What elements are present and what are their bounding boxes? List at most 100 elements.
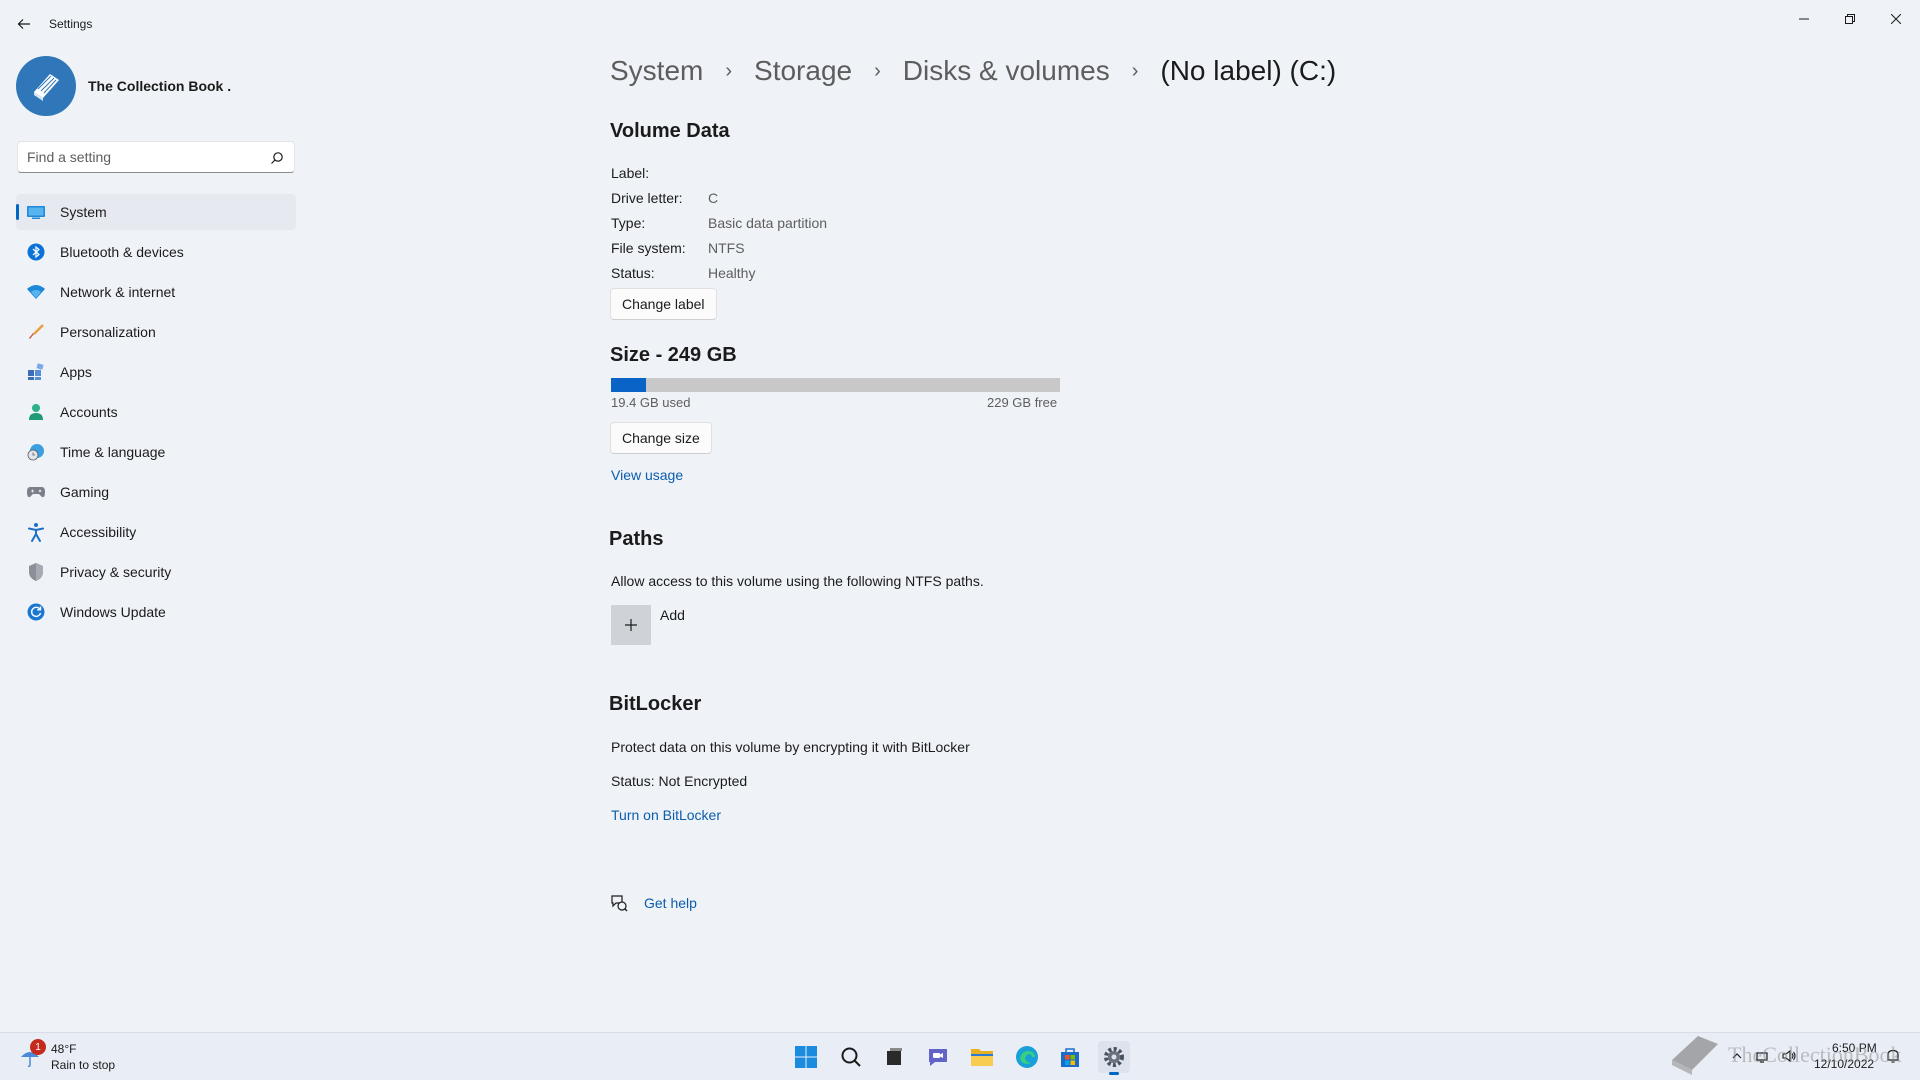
sidebar-item-label: Gaming (60, 484, 110, 500)
sidebar-item-label: Accessibility (60, 524, 137, 540)
sidebar-item-network[interactable]: Network & internet (16, 274, 296, 310)
sidebar-item-bluetooth[interactable]: Bluetooth & devices (16, 234, 296, 270)
sidebar-item-accounts[interactable]: Accounts (16, 394, 296, 430)
controller-icon (26, 482, 46, 502)
accounts-icon (26, 402, 46, 422)
storage-usage-bar (611, 378, 1060, 392)
breadcrumb-item-disks-volumes[interactable]: Disks & volumes (903, 55, 1110, 87)
breadcrumb: System › Storage › Disks & volumes › (No… (610, 55, 1336, 87)
search-box[interactable] (17, 141, 295, 173)
sidebar-item-label: Apps (60, 364, 92, 380)
sidebar-item-gaming[interactable]: Gaming (16, 474, 296, 510)
view-usage-link[interactable]: View usage (611, 467, 683, 483)
clock-globe-icon (26, 442, 46, 462)
store-icon[interactable] (1054, 1041, 1086, 1073)
sidebar-item-time-language[interactable]: Time & language (16, 434, 296, 470)
user-profile[interactable]: The Collection Book . (16, 56, 231, 116)
chevron-right-icon: › (874, 59, 881, 82)
minimize-button[interactable] (1784, 4, 1824, 34)
label-field-label: Label: (611, 165, 650, 181)
search-input[interactable] (18, 142, 258, 172)
turn-on-bitlocker-link[interactable]: Turn on BitLocker (611, 807, 721, 823)
sidebar-item-label: Bluetooth & devices (60, 244, 184, 260)
type-label: Type: (611, 215, 646, 231)
update-icon (26, 602, 46, 622)
start-icon[interactable] (790, 1041, 822, 1073)
weather-description: Rain to stop (51, 1058, 116, 1072)
title-bar: Settings (0, 0, 1920, 48)
add-path-label[interactable]: Add (660, 607, 685, 623)
sidebar-item-label: Time & language (60, 444, 166, 460)
add-path-button[interactable] (611, 605, 651, 645)
paths-description: Allow access to this volume using the fo… (611, 573, 984, 589)
breadcrumb-item-system[interactable]: System (610, 55, 703, 87)
chevron-right-icon: › (725, 59, 733, 82)
accessibility-icon (26, 522, 46, 542)
bitlocker-status: Status: Not Encrypted (611, 773, 748, 789)
status-label: Status: (611, 265, 655, 281)
close-button[interactable] (1876, 4, 1916, 34)
sidebar-item-apps[interactable]: Apps (16, 354, 296, 390)
sidebar-item-label: Privacy & security (60, 564, 172, 580)
sidebar-item-label: Accounts (60, 404, 118, 420)
chat-icon[interactable] (922, 1041, 954, 1073)
back-arrow-icon (17, 19, 30, 29)
breadcrumb-item-storage[interactable]: Storage (754, 55, 852, 87)
drive-letter-label: Drive letter: (611, 190, 683, 206)
bluetooth-icon (26, 242, 46, 262)
search-icon[interactable] (270, 151, 284, 165)
status-value: Healthy (708, 265, 756, 281)
minimize-icon (1799, 18, 1809, 20)
book-logo-icon (34, 74, 59, 101)
used-space-text: 19.4 GB used (611, 395, 691, 410)
change-size-button[interactable]: Change size (610, 422, 712, 454)
file-system-label: File system: (611, 240, 686, 256)
sidebar-item-label: Personalization (60, 324, 156, 340)
settings-icon[interactable] (1098, 1041, 1130, 1075)
free-space-text: 229 GB free (987, 395, 1058, 410)
sidebar-item-windows-update[interactable]: Windows Update (16, 594, 296, 630)
file-explorer-icon[interactable] (966, 1041, 998, 1073)
drive-letter-value: C (708, 190, 719, 206)
watermark-text: TheCollectionBook (1728, 1042, 1902, 1067)
plus-icon (625, 619, 637, 631)
type-value: Basic data partition (708, 215, 828, 231)
restore-icon (1845, 14, 1855, 24)
volume-data-title: Volume Data (610, 120, 730, 142)
close-icon (1891, 14, 1901, 24)
get-help-link[interactable]: Get help (644, 895, 697, 911)
restore-button[interactable] (1830, 4, 1870, 34)
avatar (16, 56, 76, 116)
weather-temperature: 48°F (51, 1042, 77, 1056)
get-help-icon (610, 894, 628, 912)
taskbar-search-icon[interactable] (835, 1041, 867, 1073)
paths-title: Paths (609, 528, 664, 550)
storage-usage-fill (611, 378, 647, 392)
sidebar-item-accessibility[interactable]: Accessibility (16, 514, 296, 550)
wifi-icon (26, 282, 46, 302)
size-title: Size - 249 GB (610, 344, 737, 366)
sidebar-item-label: Windows Update (60, 604, 166, 620)
system-icon (26, 202, 46, 222)
weather-alert-badge: 1 (30, 1039, 46, 1055)
task-view-icon[interactable] (878, 1041, 910, 1073)
sidebar-nav: System Bluetooth & devices Network & int… (16, 194, 296, 634)
edge-icon[interactable] (1011, 1041, 1043, 1073)
sidebar-item-system[interactable]: System (16, 194, 296, 230)
bitlocker-description: Protect data on this volume by encryptin… (611, 739, 970, 755)
file-system-value: NTFS (708, 240, 745, 256)
watermark-book-icon (1672, 1036, 1718, 1075)
profile-name: The Collection Book . (88, 78, 232, 94)
sidebar-item-privacy-security[interactable]: Privacy & security (16, 554, 296, 590)
breadcrumb-item-current: (No label) (C:) (1160, 55, 1337, 86)
app-title: Settings (49, 17, 93, 31)
sidebar-item-personalization[interactable]: Personalization (16, 314, 296, 350)
taskbar: 1 48°F Rain to stop 6:50 PM 12/10/2022 (0, 1032, 1920, 1080)
apps-icon (26, 362, 46, 382)
shield-icon (26, 562, 46, 582)
change-label-button[interactable]: Change label (610, 288, 717, 320)
bitlocker-title: BitLocker (609, 693, 702, 715)
sidebar-item-label: System (60, 204, 107, 220)
back-button[interactable] (12, 12, 36, 36)
chevron-right-icon: › (1131, 59, 1139, 82)
